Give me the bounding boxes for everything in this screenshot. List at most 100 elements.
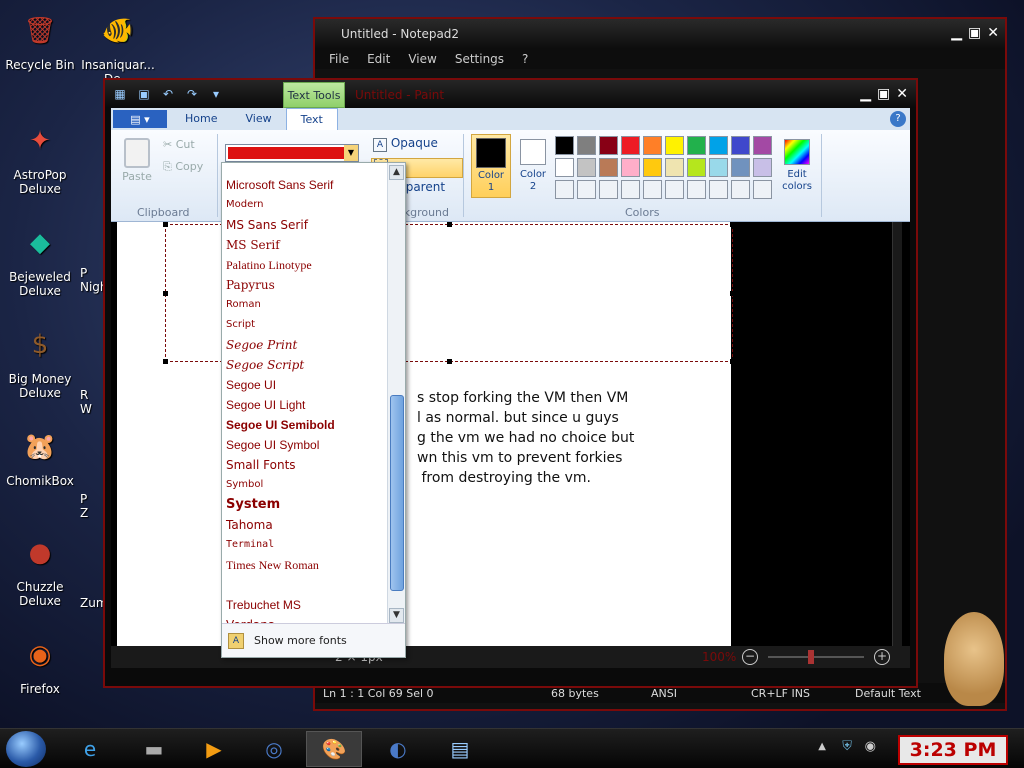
drawing-canvas[interactable]: s stop forking the VM then VM l as norma… [117,222,735,652]
font-option[interactable]: Trebuchet MS [222,595,387,615]
desktop-icon-partial[interactable]: R W [80,388,102,416]
font-option[interactable]: Script [222,315,387,335]
opaque-option[interactable]: A Opaque [373,136,438,152]
library-icon[interactable]: ▬ [126,731,182,767]
desktop-icon[interactable]: $ Big Money Deluxe [0,322,80,400]
cut-button[interactable]: ✂ Cut [163,138,195,151]
palette-swatch[interactable] [555,136,574,155]
menu-settings[interactable]: Settings [455,52,504,66]
font-option[interactable]: Palatino Linotype [222,255,387,275]
desktop-icon[interactable]: ● Chuzzle Deluxe [0,530,80,608]
maximize-icon[interactable]: ▣ [968,25,981,41]
show-more-fonts-button[interactable]: A Show more fonts [222,623,405,657]
save-icon[interactable]: ▣ [135,85,153,103]
notepad2-titlebar[interactable]: Untitled - Notepad2 [315,19,1005,49]
palette-swatch[interactable] [687,136,706,155]
font-option[interactable]: MS Sans Serif [222,215,387,235]
palette-swatch[interactable] [599,136,618,155]
menu-help[interactable]: ? [522,52,528,66]
palette-swatch[interactable] [621,180,640,199]
font-option[interactable]: Terminal [222,535,387,555]
palette-swatch[interactable] [643,180,662,199]
desktop-icon-partial[interactable]: P Z [80,492,102,520]
palette-swatch[interactable] [577,180,596,199]
font-option[interactable]: Segoe UI [222,375,387,395]
palette-swatch[interactable] [577,136,596,155]
font-option[interactable]: Segoe Script [222,355,387,375]
font-option[interactable]: Microsoft Sans Serif [222,175,387,195]
paste-button[interactable]: Paste [117,136,157,192]
zoom-slider[interactable] [768,650,864,664]
font-option[interactable]: Roman [222,295,387,315]
tab-text[interactable]: Text [285,108,338,130]
palette-swatch[interactable] [621,158,640,177]
zoom-slider-thumb[interactable] [808,650,814,664]
palette-swatch[interactable] [599,180,618,199]
palette-swatch[interactable] [709,136,728,155]
desktop-icon[interactable]: ◉ Firefox [0,632,80,696]
edit-colors-button[interactable]: Edit colors [775,134,819,198]
desktop-icon[interactable]: ◆ Bejeweled Deluxe [0,220,80,298]
palette-swatch[interactable] [709,158,728,177]
shield-icon[interactable]: ⛨ [842,739,852,754]
font-option[interactable]: MS Serif [222,235,387,255]
close-icon[interactable]: ✕ [987,25,999,41]
font-option[interactable]: Segoe UI Light [222,395,387,415]
font-option[interactable]: System [222,495,387,515]
font-option[interactable]: Times New Roman [222,555,387,575]
menu-edit[interactable]: Edit [367,52,390,66]
font-option[interactable]: Segoe Print [222,335,387,355]
undo-icon[interactable]: ↶ [159,85,177,103]
font-option[interactable]: Symbol [222,475,387,495]
copy-button[interactable]: ⎘ Copy [163,160,203,174]
font-option[interactable]: Modern [222,195,387,215]
canvas-scrollbar[interactable] [892,222,902,652]
palette-swatch[interactable] [577,158,596,177]
palette-swatch[interactable] [753,158,772,177]
maximize-icon[interactable]: ▣ [877,86,890,102]
palette-swatch[interactable] [643,136,662,155]
palette-swatch[interactable] [731,158,750,177]
chevron-down-icon[interactable]: ▼ [344,145,358,161]
paint-app-icon[interactable]: ▦ [111,85,129,103]
desktop-icon[interactable]: ✦ AstroPop Deluxe [0,118,80,196]
close-icon[interactable]: ✕ [896,86,908,102]
palette-swatch[interactable] [555,158,574,177]
tab-home[interactable]: Home [171,108,231,130]
font-family-combobox[interactable]: ▼ [225,144,359,162]
palette-swatch[interactable] [555,180,574,199]
customize-qat-icon[interactable]: ▾ [207,85,225,103]
redo-icon[interactable]: ↷ [183,85,201,103]
font-option[interactable]: Small Fonts [222,455,387,475]
desktop-icon[interactable]: 🐹 ChomikBox [0,424,80,488]
palette-swatch[interactable] [665,136,684,155]
palette-swatch[interactable] [709,180,728,199]
font-option[interactable]: Tahoma [222,515,387,535]
palette-swatch[interactable] [687,180,706,199]
network-icon[interactable]: ◐ [370,731,426,767]
volume-icon[interactable]: ◉ [865,739,876,754]
font-family-dropdown[interactable]: Microsoft Sans Serif Modern MS Sans Serif M… [221,162,406,658]
zoom-in-icon[interactable]: + [874,649,890,665]
palette-swatch[interactable] [731,180,750,199]
palette-swatch[interactable] [621,136,640,155]
help-icon[interactable]: ? [890,111,906,127]
globe-icon[interactable]: ◎ [246,731,302,767]
scroll-thumb[interactable] [390,395,404,591]
palette-swatch[interactable] [599,158,618,177]
internet-explorer-icon[interactable]: e [62,731,118,767]
media-player-icon[interactable]: ▶ [186,731,242,767]
color1-button[interactable]: Color 1 [471,134,511,198]
zoom-out-icon[interactable]: − [742,649,758,665]
font-list-scrollbar[interactable]: ▲ ▼ [387,163,405,625]
font-option[interactable] [222,575,387,595]
desktop-icon-partial[interactable]: P Nigh [80,266,108,294]
notepad-taskbar-icon[interactable]: ▤ [432,731,488,767]
tab-view[interactable]: View [231,108,285,130]
palette-swatch[interactable] [731,136,750,155]
palette-swatch[interactable] [665,158,684,177]
desktop-icon-partial[interactable]: Zum [80,596,108,610]
desktop-icon[interactable]: 🐠Insaniquar... De... [78,8,158,86]
menu-view[interactable]: View [408,52,436,66]
show-hidden-icons[interactable]: ▲ [818,741,826,752]
